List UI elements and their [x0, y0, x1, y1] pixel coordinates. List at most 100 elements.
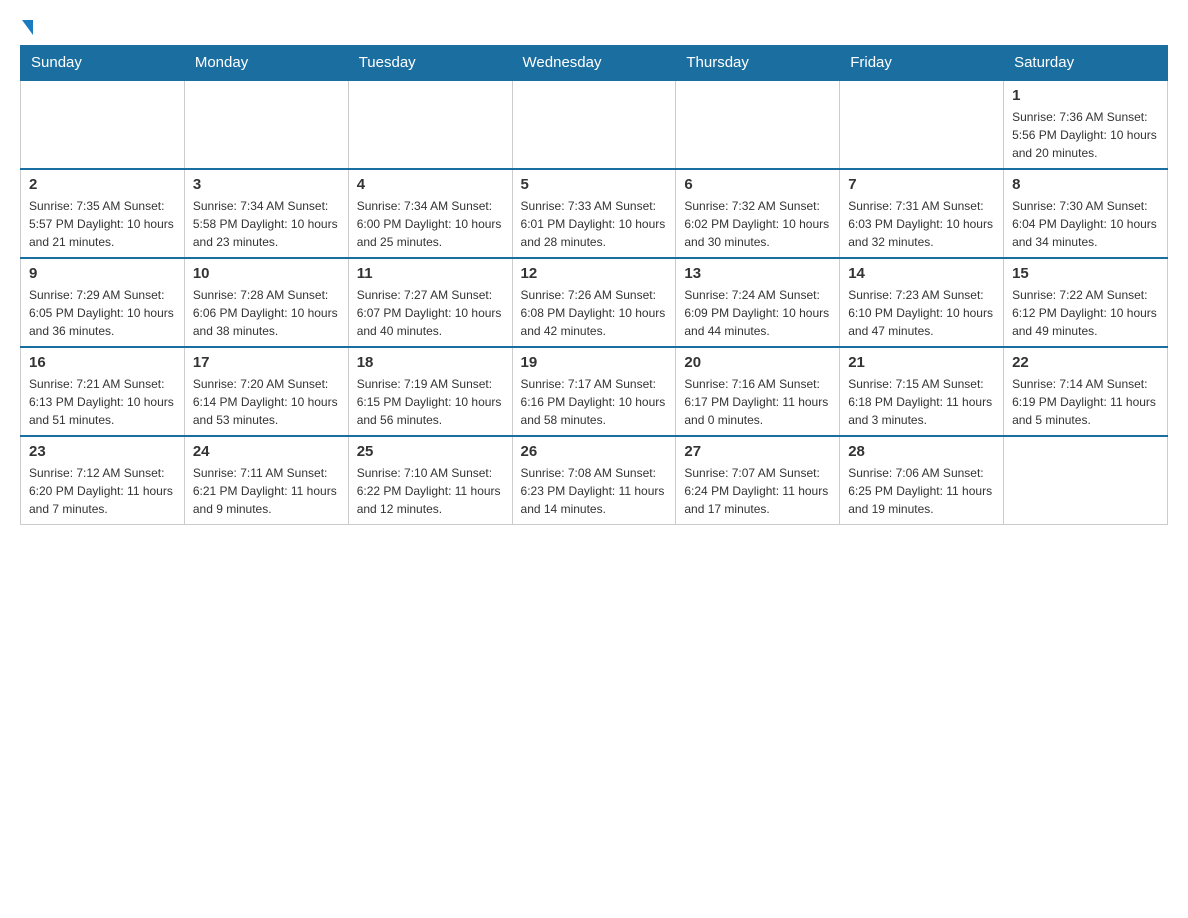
calendar-cell: 15Sunrise: 7:22 AM Sunset: 6:12 PM Dayli…	[1004, 258, 1168, 347]
day-number: 19	[521, 354, 668, 371]
calendar-cell: 13 Sunrise: 7:24 AM Sunset: 6:09 PM Dayli…	[676, 258, 840, 347]
day-number: 5	[521, 176, 668, 193]
day-info: Sunrise: 7:15 AM Sunset: 6:18 PM Dayligh…	[848, 375, 995, 429]
calendar-cell: 28 Sunrise: 7:06 AM Sunset: 6:25 PM Dayli…	[840, 436, 1004, 525]
day-number: 14	[848, 265, 995, 282]
calendar-cell: 6Sunrise: 7:32 AM Sunset: 6:02 PM Daylig…	[676, 169, 840, 258]
day-number: 3	[193, 176, 340, 193]
day-info: Sunrise: 7:33 AM Sunset: 6:01 PM Dayligh…	[521, 197, 668, 251]
day-number: 8	[1012, 176, 1159, 193]
weekday-header-saturday: Saturday	[1004, 46, 1168, 81]
weekday-header-sunday: Sunday	[21, 46, 185, 81]
calendar-week-row: 2 Sunrise: 7:35 AM Sunset: 5:57 PM Daylig…	[21, 169, 1168, 258]
weekday-header-tuesday: Tuesday	[348, 46, 512, 81]
calendar-cell: 24 Sunrise: 7:11 AM Sunset: 6:21 PM Dayli…	[184, 436, 348, 525]
day-number: 16	[29, 354, 176, 371]
calendar-cell	[840, 80, 1004, 169]
day-info: Sunrise: 7:26 AM Sunset: 6:08 PM Dayligh…	[521, 286, 668, 340]
calendar-cell: 14 Sunrise: 7:23 AM Sunset: 6:10 PM Dayli…	[840, 258, 1004, 347]
day-info: Sunrise: 7:35 AM Sunset: 5:57 PM Dayligh…	[29, 197, 176, 251]
day-number: 27	[684, 443, 831, 460]
calendar-cell: 22 Sunrise: 7:14 AM Sunset: 6:19 PM Dayli…	[1004, 347, 1168, 436]
day-info: Sunrise: 7:06 AM Sunset: 6:25 PM Dayligh…	[848, 464, 995, 518]
calendar-cell: 3 Sunrise: 7:34 AM Sunset: 5:58 PM Daylig…	[184, 169, 348, 258]
day-number: 21	[848, 354, 995, 371]
page-header	[20, 20, 1168, 35]
day-info: Sunrise: 7:10 AM Sunset: 6:22 PM Dayligh…	[357, 464, 504, 518]
day-info: Sunrise: 7:34 AM Sunset: 5:58 PM Dayligh…	[193, 197, 340, 251]
weekday-header-monday: Monday	[184, 46, 348, 81]
day-number: 23	[29, 443, 176, 460]
day-number: 13	[684, 265, 831, 282]
day-info: Sunrise: 7:20 AM Sunset: 6:14 PM Dayligh…	[193, 375, 340, 429]
calendar-cell: 23 Sunrise: 7:12 AM Sunset: 6:20 PM Dayli…	[21, 436, 185, 525]
day-info: Sunrise: 7:24 AM Sunset: 6:09 PM Dayligh…	[684, 286, 831, 340]
calendar-cell	[184, 80, 348, 169]
day-info: Sunrise: 7:07 AM Sunset: 6:24 PM Dayligh…	[684, 464, 831, 518]
calendar-cell: 16 Sunrise: 7:21 AM Sunset: 6:13 PM Dayli…	[21, 347, 185, 436]
day-number: 10	[193, 265, 340, 282]
calendar-cell: 19 Sunrise: 7:17 AM Sunset: 6:16 PM Dayli…	[512, 347, 676, 436]
calendar-cell: 9 Sunrise: 7:29 AM Sunset: 6:05 PM Daylig…	[21, 258, 185, 347]
day-number: 22	[1012, 354, 1159, 371]
day-number: 18	[357, 354, 504, 371]
calendar-cell: 8 Sunrise: 7:30 AM Sunset: 6:04 PM Daylig…	[1004, 169, 1168, 258]
day-number: 28	[848, 443, 995, 460]
calendar-cell: 27 Sunrise: 7:07 AM Sunset: 6:24 PM Dayli…	[676, 436, 840, 525]
day-info: Sunrise: 7:08 AM Sunset: 6:23 PM Dayligh…	[521, 464, 668, 518]
calendar-cell	[348, 80, 512, 169]
day-info: Sunrise: 7:34 AM Sunset: 6:00 PM Dayligh…	[357, 197, 504, 251]
calendar-table: SundayMondayTuesdayWednesdayThursdayFrid…	[20, 45, 1168, 525]
calendar-cell	[21, 80, 185, 169]
day-info: Sunrise: 7:29 AM Sunset: 6:05 PM Dayligh…	[29, 286, 176, 340]
day-number: 4	[357, 176, 504, 193]
day-info: Sunrise: 7:12 AM Sunset: 6:20 PM Dayligh…	[29, 464, 176, 518]
calendar-cell: 5 Sunrise: 7:33 AM Sunset: 6:01 PM Daylig…	[512, 169, 676, 258]
day-number: 24	[193, 443, 340, 460]
logo	[20, 20, 33, 35]
weekday-header-friday: Friday	[840, 46, 1004, 81]
logo-arrow-icon	[22, 20, 33, 35]
calendar-cell: 11Sunrise: 7:27 AM Sunset: 6:07 PM Dayli…	[348, 258, 512, 347]
calendar-cell	[512, 80, 676, 169]
calendar-week-row: 16 Sunrise: 7:21 AM Sunset: 6:13 PM Dayli…	[21, 347, 1168, 436]
calendar-cell: 1 Sunrise: 7:36 AM Sunset: 5:56 PM Daylig…	[1004, 80, 1168, 169]
day-number: 9	[29, 265, 176, 282]
day-number: 1	[1012, 87, 1159, 104]
calendar-cell: 10 Sunrise: 7:28 AM Sunset: 6:06 PM Dayli…	[184, 258, 348, 347]
day-info: Sunrise: 7:14 AM Sunset: 6:19 PM Dayligh…	[1012, 375, 1159, 429]
calendar-cell: 4 Sunrise: 7:34 AM Sunset: 6:00 PM Daylig…	[348, 169, 512, 258]
calendar-cell: 25 Sunrise: 7:10 AM Sunset: 6:22 PM Dayli…	[348, 436, 512, 525]
day-number: 15	[1012, 265, 1159, 282]
day-number: 25	[357, 443, 504, 460]
day-info: Sunrise: 7:30 AM Sunset: 6:04 PM Dayligh…	[1012, 197, 1159, 251]
calendar-cell: 2 Sunrise: 7:35 AM Sunset: 5:57 PM Daylig…	[21, 169, 185, 258]
day-info: Sunrise: 7:28 AM Sunset: 6:06 PM Dayligh…	[193, 286, 340, 340]
day-info: Sunrise: 7:27 AM Sunset: 6:07 PM Dayligh…	[357, 286, 504, 340]
day-number: 7	[848, 176, 995, 193]
day-info: Sunrise: 7:32 AM Sunset: 6:02 PM Dayligh…	[684, 197, 831, 251]
calendar-cell: 20 Sunrise: 7:16 AM Sunset: 6:17 PM Dayli…	[676, 347, 840, 436]
day-info: Sunrise: 7:17 AM Sunset: 6:16 PM Dayligh…	[521, 375, 668, 429]
calendar-cell: 17Sunrise: 7:20 AM Sunset: 6:14 PM Dayli…	[184, 347, 348, 436]
day-info: Sunrise: 7:23 AM Sunset: 6:10 PM Dayligh…	[848, 286, 995, 340]
calendar-cell: 21 Sunrise: 7:15 AM Sunset: 6:18 PM Dayli…	[840, 347, 1004, 436]
weekday-header-thursday: Thursday	[676, 46, 840, 81]
calendar-week-row: 9 Sunrise: 7:29 AM Sunset: 6:05 PM Daylig…	[21, 258, 1168, 347]
weekday-header-wednesday: Wednesday	[512, 46, 676, 81]
calendar-header-row: SundayMondayTuesdayWednesdayThursdayFrid…	[21, 46, 1168, 81]
day-info: Sunrise: 7:16 AM Sunset: 6:17 PM Dayligh…	[684, 375, 831, 429]
day-info: Sunrise: 7:36 AM Sunset: 5:56 PM Dayligh…	[1012, 108, 1159, 162]
calendar-cell	[1004, 436, 1168, 525]
calendar-week-row: 23 Sunrise: 7:12 AM Sunset: 6:20 PM Dayli…	[21, 436, 1168, 525]
day-info: Sunrise: 7:31 AM Sunset: 6:03 PM Dayligh…	[848, 197, 995, 251]
day-info: Sunrise: 7:11 AM Sunset: 6:21 PM Dayligh…	[193, 464, 340, 518]
day-info: Sunrise: 7:21 AM Sunset: 6:13 PM Dayligh…	[29, 375, 176, 429]
day-number: 2	[29, 176, 176, 193]
calendar-cell: 7 Sunrise: 7:31 AM Sunset: 6:03 PM Daylig…	[840, 169, 1004, 258]
calendar-cell	[676, 80, 840, 169]
day-number: 20	[684, 354, 831, 371]
calendar-week-row: 1 Sunrise: 7:36 AM Sunset: 5:56 PM Daylig…	[21, 80, 1168, 169]
day-number: 26	[521, 443, 668, 460]
day-info: Sunrise: 7:19 AM Sunset: 6:15 PM Dayligh…	[357, 375, 504, 429]
